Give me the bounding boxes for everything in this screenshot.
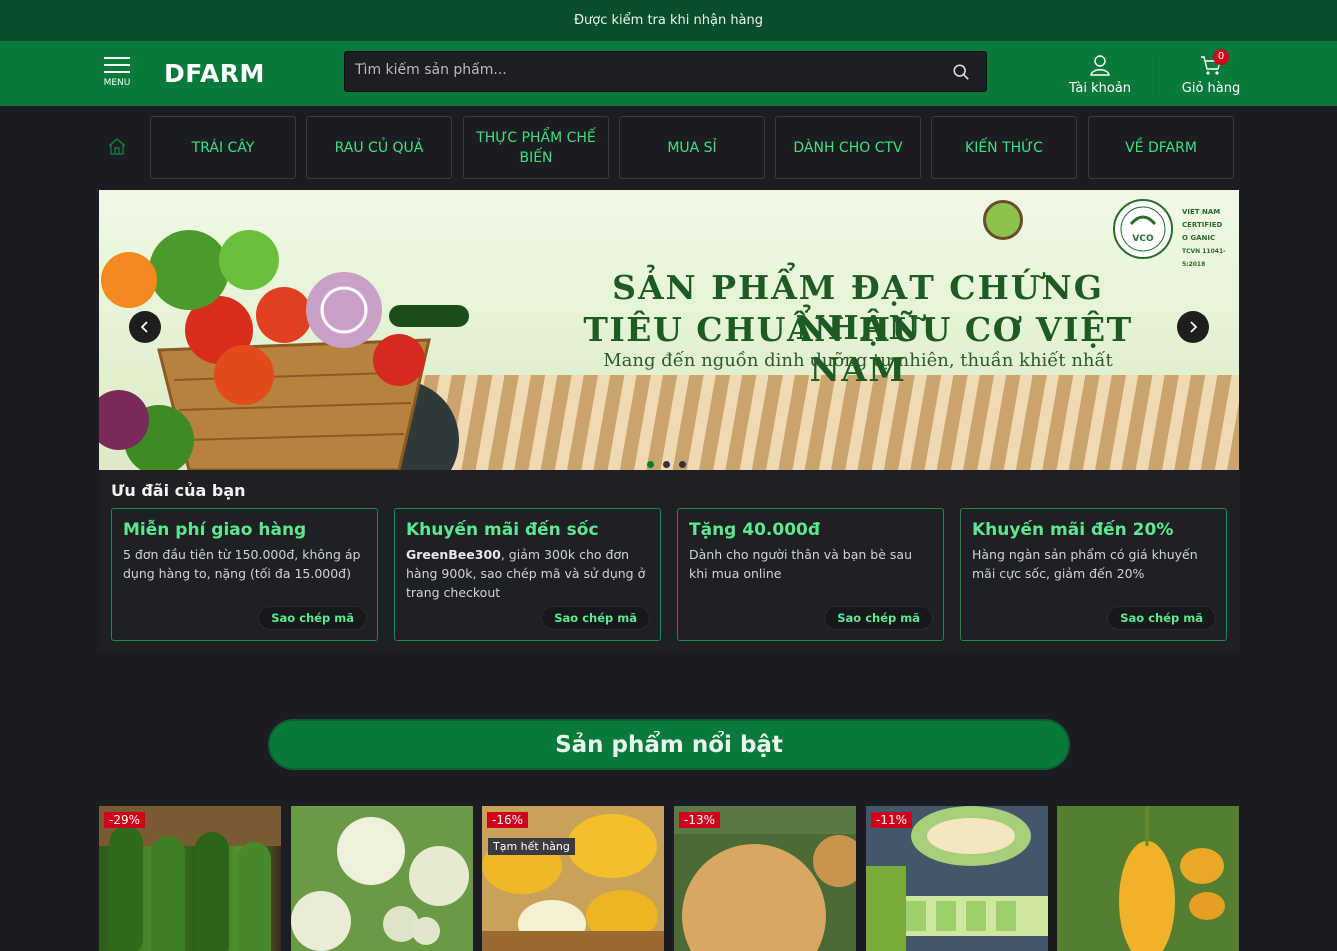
copy-code-button[interactable]: Sao chép mã (258, 606, 367, 630)
announcement-bar: Được kiểm tra khi nhận hàng (0, 0, 1337, 41)
cart-label: Giỏ hàng (1181, 81, 1241, 96)
offers-title: Ưu đãi của bạn (111, 481, 246, 500)
cert-line: CERTIFIED (1182, 221, 1223, 229)
discount-badge: -16% (487, 812, 529, 828)
hamburger-icon-bar (104, 64, 130, 66)
carousel-dots (647, 453, 695, 470)
nav-item-wholesale[interactable]: MUA SỈ (619, 116, 765, 179)
offers-section: Ưu đãi của bạn Miễn phí giao hàng 5 đơn … (99, 470, 1239, 652)
search-icon[interactable] (952, 63, 970, 81)
offer-code: GreenBee300 (406, 547, 501, 562)
nav-item-processed-food[interactable]: THỰC PHẨM CHẾ BIẾN (463, 116, 609, 179)
copy-code-button[interactable]: Sao chép mã (541, 606, 650, 630)
featured-products-heading: Sản phẩm nổi bật (268, 719, 1070, 770)
header-divider (1155, 53, 1156, 93)
copy-code-button[interactable]: Sao chép mã (824, 606, 933, 630)
banner-subheadline: Mang đến nguồn dinh dưỡng tự nhiên, thuầ… (603, 350, 1113, 371)
carousel-prev-button[interactable] (129, 311, 161, 343)
nav-item-ctv[interactable]: DÀNH CHO CTV (775, 116, 921, 179)
account-label: Tài khoản (1068, 81, 1132, 96)
product-card-green-melon[interactable]: -11% (866, 806, 1048, 951)
account-button[interactable]: Tài khoản (1062, 53, 1138, 96)
product-card-korean-melon[interactable]: -16% Tạm hết hàng (482, 806, 664, 951)
offer-description: 5 đơn đầu tiên từ 150.000đ, không áp dụn… (123, 547, 361, 581)
nav-item-about[interactable]: VỀ DFARM (1088, 116, 1234, 179)
chevron-right-icon (1190, 321, 1198, 333)
offer-card: Khuyến mãi đến 20% Hàng ngàn sản phẩm có… (960, 508, 1227, 641)
kiwi-image (983, 200, 1023, 240)
menu-button[interactable]: MENU (102, 57, 132, 88)
home-icon[interactable] (107, 136, 127, 156)
copy-code-button[interactable]: Sao chép mã (1107, 606, 1216, 630)
offer-title: Tặng 40.000đ (689, 520, 821, 540)
offer-description: GreenBee300, giảm 300k cho đơn hàng 900k… (406, 545, 651, 602)
nav-item-knowledge[interactable]: KIẾN THỨC (931, 116, 1077, 179)
discount-badge: -29% (104, 812, 146, 828)
nav-item-fruits[interactable]: TRÁI CÂY (150, 116, 296, 179)
user-icon (1090, 55, 1110, 76)
search-input[interactable] (355, 62, 915, 78)
chevron-left-icon (140, 321, 148, 333)
cert-line: VIET NAM (1182, 208, 1221, 216)
offer-title: Khuyến mãi đến sốc (406, 520, 599, 540)
product-image (291, 806, 473, 951)
cart-button[interactable]: 0 Giỏ hàng (1175, 49, 1247, 96)
out-of-stock-badge: Tạm hết hàng (488, 838, 575, 855)
hamburger-icon (104, 57, 130, 59)
product-card-white-melon[interactable] (291, 806, 473, 951)
nav-item-vegetables[interactable]: RAU CỦ QUẢ (306, 116, 452, 179)
product-card-cantaloupe[interactable]: -13% (674, 806, 856, 951)
product-card-cucumber[interactable]: -29% (99, 806, 281, 951)
offer-title: Miễn phí giao hàng (123, 520, 307, 540)
site-logo[interactable]: DFARM (164, 59, 265, 88)
announcement-text: Được kiểm tra khi nhận hàng (573, 13, 764, 28)
offer-card: Tặng 40.000đ Dành cho người thân và bạn … (677, 508, 944, 641)
offer-card: Miễn phí giao hàng 5 đơn đầu tiên từ 150… (111, 508, 378, 641)
carousel-dot[interactable] (679, 461, 686, 468)
discount-badge: -13% (679, 812, 721, 828)
offer-description: Dành cho người thân và bạn bè sau khi mu… (689, 547, 912, 581)
carousel-dot[interactable] (647, 461, 654, 468)
cart-count-badge: 0 (1213, 49, 1229, 65)
discount-badge: -11% (871, 812, 913, 828)
hamburger-icon-bar (104, 71, 130, 73)
search-bar (344, 51, 987, 92)
menu-label: MENU (103, 78, 131, 88)
site-header: MENU DFARM Tài khoản 0 Giỏ hàng (0, 41, 1337, 106)
product-card-yellow-melon[interactable] (1057, 806, 1239, 951)
offer-description: Hàng ngàn sản phẩm có giá khuyến mãi cực… (972, 547, 1198, 581)
cert-line: O GANIC (1182, 234, 1216, 242)
carousel-dot[interactable] (663, 461, 670, 468)
certificate-text: VIET NAM CERTIFIED O GANIC TCVN 11041-5:… (1182, 206, 1239, 271)
category-nav: TRÁI CÂY RAU CỦ QUẢ THỰC PHẨM CHẾ BIẾN M… (0, 106, 1337, 188)
offer-card: Khuyến mãi đến sốc GreenBee300, giảm 300… (394, 508, 661, 641)
carousel-next-button[interactable] (1177, 311, 1209, 343)
product-image (1057, 806, 1239, 951)
offer-title: Khuyến mãi đến 20% (972, 520, 1174, 540)
vegetable-basket-image (99, 230, 469, 470)
cert-line: TCVN 11041-5:2018 (1182, 248, 1226, 268)
hero-banner: VCO VIET NAM CERTIFIED O GANIC TCVN 1104… (99, 190, 1239, 470)
vco-badge-text: VCO (1132, 234, 1154, 244)
